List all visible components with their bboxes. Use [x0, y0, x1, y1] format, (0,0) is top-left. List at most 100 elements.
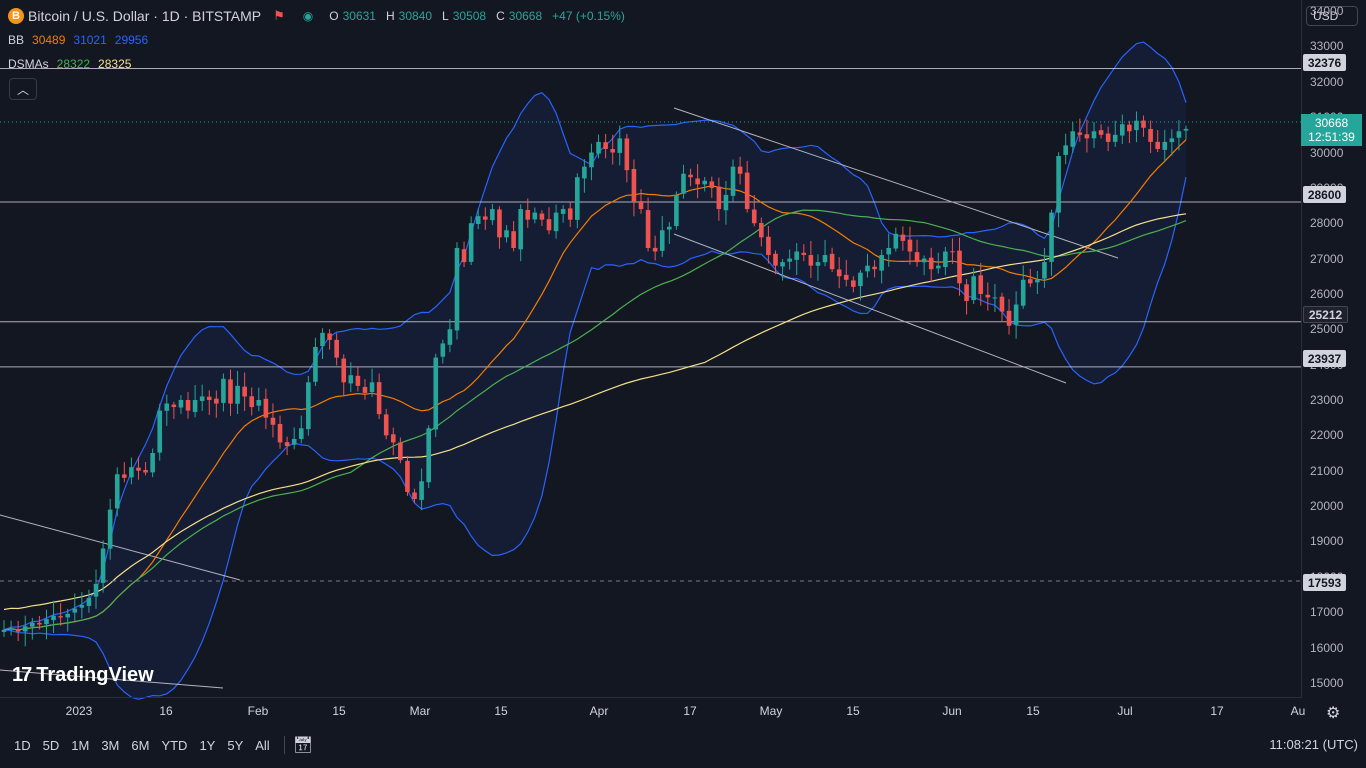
candle-body	[157, 410, 163, 453]
ohlc-low-key: L	[442, 9, 449, 23]
ohlc-low-value: 30508	[452, 9, 487, 23]
candle-body	[560, 209, 566, 214]
candle-body	[136, 467, 141, 471]
flag-icon[interactable]: ⚑	[273, 8, 285, 24]
candle-body	[886, 247, 892, 255]
range-1d-button[interactable]: 1D	[8, 738, 37, 753]
range-5y-button[interactable]: 5Y	[221, 738, 249, 753]
candle-body	[872, 266, 877, 270]
candle-body	[313, 346, 318, 382]
candle-body	[1155, 141, 1160, 149]
range-1y-button[interactable]: 1Y	[193, 738, 221, 753]
candle-body	[221, 378, 226, 403]
price-scale[interactable]	[1301, 0, 1366, 697]
candle-body	[475, 216, 481, 224]
dsma-value-2: 28325	[98, 57, 132, 71]
bb-legend[interactable]: BB 30489 31021 29956	[8, 33, 148, 47]
range-5d-button[interactable]: 5D	[37, 738, 66, 753]
time-label: Apr	[589, 704, 609, 718]
candle-body	[638, 201, 644, 210]
range-3m-button[interactable]: 3M	[95, 738, 125, 753]
ohlc-change: +47 (+0.15%)	[552, 9, 625, 23]
candle-body	[199, 396, 205, 401]
candle-body	[1020, 279, 1026, 306]
candle-body	[553, 212, 559, 232]
candle-body	[341, 358, 347, 383]
range-ytd-button[interactable]: YTD	[155, 738, 193, 753]
candle-body	[921, 258, 927, 263]
chart-canvas[interactable]	[0, 0, 1366, 768]
range-6m-button[interactable]: 6M	[125, 738, 155, 753]
price-tick-label: 27000	[1310, 251, 1344, 266]
tradingview-watermark: 17 TradingView	[12, 664, 154, 687]
time-label: 17	[1210, 704, 1224, 718]
candle-body	[971, 276, 976, 301]
candle-body	[709, 181, 715, 188]
dsma-label: DSMAs	[8, 57, 49, 71]
candle-body	[546, 219, 552, 231]
candle-body	[1035, 279, 1040, 283]
candle-body	[787, 258, 792, 262]
clock-timestamp[interactable]: 11:08:21 (UTC)	[1269, 737, 1358, 752]
calendar-range-icon[interactable]: 📅︎	[293, 735, 313, 755]
candle-body	[192, 400, 198, 413]
range-1m-button[interactable]: 1M	[65, 738, 95, 753]
market-status-icon[interactable]: ◉	[303, 9, 313, 23]
dsma-legend[interactable]: DSMAs 28322 28325	[8, 57, 131, 71]
candle-body	[532, 212, 538, 220]
symbol-title[interactable]: Bitcoin / U.S. Dollar · 1D · BITSTAMP	[28, 8, 261, 24]
candle-body	[100, 548, 106, 583]
toolbar-divider	[283, 736, 285, 754]
bitcoin-icon: B	[8, 8, 24, 24]
candle-body	[751, 209, 757, 224]
level-tag: 28600	[1303, 186, 1346, 203]
price-tick-label: 15000	[1310, 675, 1344, 690]
candle-body	[702, 180, 708, 185]
collapse-legend-button[interactable]: ︿	[9, 78, 37, 100]
price-tick-label: 21000	[1310, 463, 1344, 478]
ohlc-open-value: 30631	[342, 9, 376, 23]
candle-body	[86, 598, 92, 606]
candle-body	[1063, 145, 1068, 155]
ohlc-open-key: O	[329, 9, 339, 23]
candle-body	[249, 396, 255, 408]
candle-body	[851, 280, 856, 287]
candle-body	[617, 138, 623, 153]
candle-body	[1141, 120, 1146, 128]
price-tick-label: 32000	[1310, 74, 1344, 89]
candle-body	[298, 428, 304, 440]
candle-body	[1027, 279, 1033, 284]
candle-body	[242, 386, 247, 397]
candle-body	[79, 605, 85, 608]
candle-body	[992, 297, 998, 299]
candle-body	[1056, 156, 1061, 213]
candle-body	[1070, 131, 1076, 147]
chevron-up-icon: ︿	[16, 82, 29, 97]
candle-body	[737, 166, 743, 174]
candle-body	[567, 208, 573, 220]
candle-body	[808, 255, 814, 266]
level-tag: 32376	[1303, 54, 1346, 71]
ohlc-close-key: C	[496, 9, 505, 23]
candle-body	[928, 257, 934, 270]
range-all-button[interactable]: All	[249, 738, 275, 753]
bb-lower-value: 29956	[114, 33, 149, 47]
candle-body	[65, 613, 71, 618]
candle-body	[843, 274, 849, 280]
candle-body	[433, 357, 439, 430]
candle-body	[284, 442, 290, 446]
candle-body	[327, 333, 332, 340]
candle-body	[1084, 134, 1090, 139]
candle-body	[171, 404, 177, 408]
price-tick-label: 17000	[1310, 605, 1344, 620]
settings-gear-icon[interactable]: ⚙	[1326, 703, 1340, 723]
price-tick-label: 25000	[1310, 322, 1344, 337]
crosshair-price-tag: 17593	[1303, 574, 1346, 591]
candle-body	[766, 236, 771, 256]
time-label: 15	[846, 704, 860, 718]
candle-body	[1119, 124, 1125, 136]
candle-body	[999, 296, 1005, 312]
candle-body	[695, 178, 700, 185]
candle-body	[185, 400, 191, 411]
candle-body	[1006, 310, 1012, 326]
